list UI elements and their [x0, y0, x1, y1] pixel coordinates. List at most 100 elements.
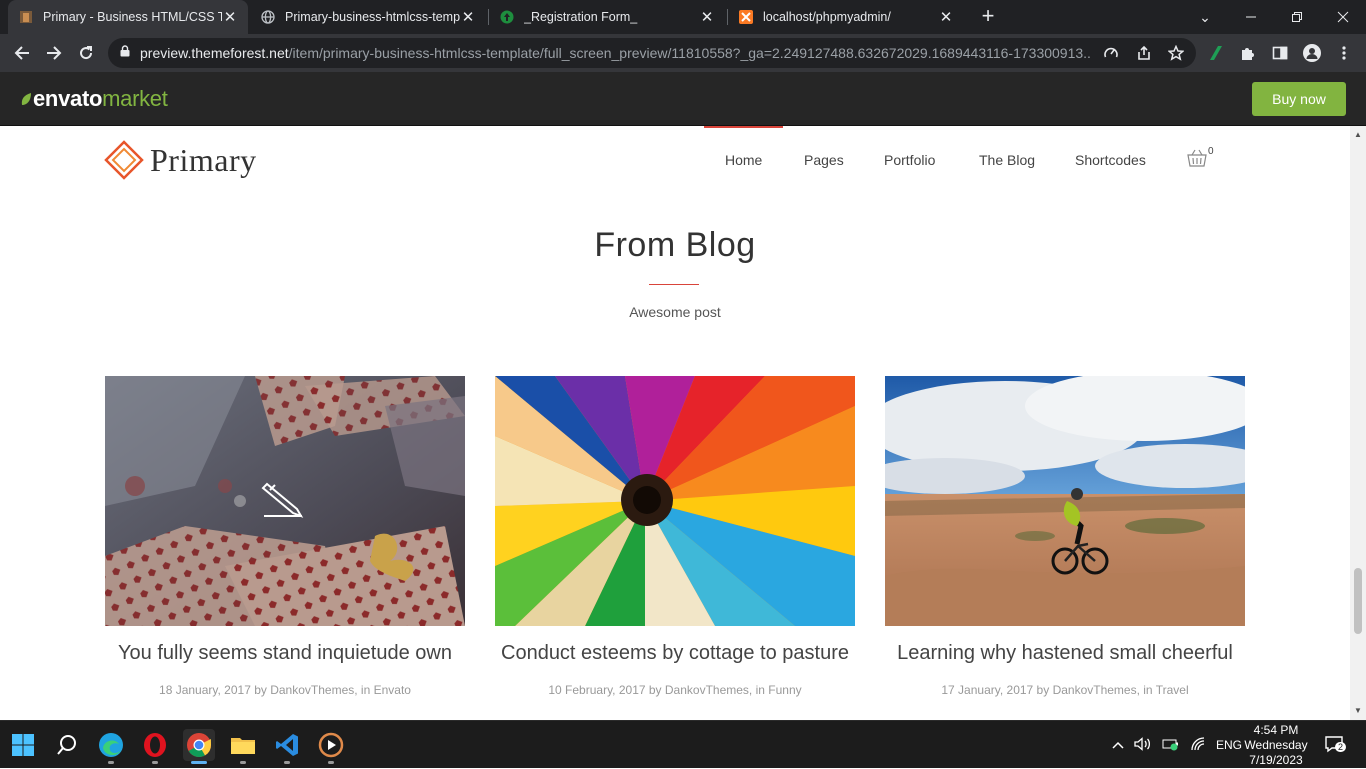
- post-meta: 17 January, 2017 by DankovThemes, in Tra…: [941, 683, 1189, 697]
- address-bar[interactable]: preview.themeforest.net/item/primary-bus…: [108, 38, 1196, 68]
- system-tray: ENG: [1112, 721, 1242, 769]
- tab-title: Primary-business-htmlcss-templa: [285, 10, 460, 24]
- blog-post-card[interactable]: Learning why hastened small cheerful 17 …: [885, 376, 1245, 697]
- primary-favicon-icon: [18, 9, 34, 25]
- share-icon[interactable]: [1133, 42, 1155, 64]
- clock[interactable]: 4:54 PM Wednesday 7/19/2023: [1240, 723, 1312, 768]
- url-text[interactable]: preview.themeforest.net/item/primary-bus…: [140, 45, 1090, 61]
- reload-icon[interactable]: [72, 39, 100, 67]
- gift-wrap-photo[interactable]: [105, 376, 465, 626]
- close-tab-icon[interactable]: ✕: [699, 8, 715, 26]
- buy-now-button[interactable]: Buy now: [1252, 82, 1346, 116]
- running-indicator: [152, 761, 158, 764]
- running-indicator: [328, 761, 334, 764]
- cart-count-badge: 0: [1208, 146, 1214, 157]
- section-divider: [649, 284, 699, 285]
- windows-start-icon[interactable]: [7, 729, 39, 761]
- mountain-biker-photo[interactable]: [885, 376, 1245, 626]
- post-meta: 18 January, 2017 by DankovThemes, in Env…: [159, 683, 411, 697]
- scroll-down-arrow-icon[interactable]: ▼: [1350, 704, 1366, 718]
- extensions-puzzle-icon[interactable]: [1237, 42, 1259, 64]
- edge-browser-icon[interactable]: [95, 729, 127, 761]
- minimize-button[interactable]: [1228, 0, 1274, 34]
- shopping-basket-icon[interactable]: [1186, 148, 1208, 173]
- envato-preview-bar: envato market Buy now: [0, 72, 1366, 126]
- close-tab-icon[interactable]: ✕: [460, 8, 476, 26]
- xampp-icon: [738, 9, 754, 25]
- url-path: /item/primary-business-htmlcss-template/…: [288, 45, 1090, 61]
- profile-avatar-icon[interactable]: [1301, 42, 1323, 64]
- blog-post-card[interactable]: Conduct esteems by cottage to pasture 10…: [495, 376, 855, 697]
- colored-pencils-photo[interactable]: [495, 376, 855, 626]
- envato-leaf-icon: [21, 92, 31, 105]
- tab-title: _Registration Form_: [524, 10, 638, 24]
- media-player-icon[interactable]: [315, 729, 347, 761]
- url-host: preview.themeforest.net: [140, 45, 289, 61]
- scrollbar-thumb[interactable]: [1354, 568, 1362, 634]
- market-logo-text: market: [102, 86, 168, 111]
- nav-home[interactable]: Home: [725, 152, 762, 168]
- bookmark-star-icon[interactable]: [1165, 42, 1187, 64]
- post-title[interactable]: You fully seems stand inquietude own: [105, 642, 465, 665]
- tab-primary-business[interactable]: Primary - Business HTML/CSS Ter ✕: [8, 0, 248, 34]
- browser-tab-strip: Primary - Business HTML/CSS Ter ✕ Primar…: [0, 0, 1366, 34]
- restore-button[interactable]: [1274, 0, 1320, 34]
- search-icon[interactable]: [51, 729, 83, 761]
- blog-post-card[interactable]: You fully seems stand inquietude own 18 …: [105, 376, 465, 697]
- browser-menu-icon[interactable]: [1333, 42, 1355, 64]
- close-tab-icon[interactable]: ✕: [938, 8, 954, 26]
- vscode-icon[interactable]: [271, 729, 303, 761]
- globe-icon: [260, 9, 276, 25]
- back-arrow-icon[interactable]: [8, 39, 36, 67]
- nav-portfolio[interactable]: Portfolio: [884, 152, 935, 168]
- page-scrollbar[interactable]: ▲ ▼: [1350, 126, 1366, 720]
- tab-phpmyadmin[interactable]: localhost/phpmyadmin/ ✕: [728, 0, 964, 34]
- new-tab-button[interactable]: +: [976, 4, 1000, 30]
- chevron-up-icon[interactable]: [1112, 738, 1124, 752]
- lock-icon[interactable]: [120, 44, 130, 62]
- wifi-icon[interactable]: [1190, 736, 1206, 754]
- active-indicator: [191, 761, 207, 764]
- nav-the-blog[interactable]: The Blog: [979, 152, 1035, 168]
- forward-arrow-icon[interactable]: [40, 39, 68, 67]
- diamond-logo-icon: [104, 140, 144, 180]
- post-title[interactable]: Learning why hastened small cheerful: [885, 642, 1245, 665]
- nav-pages[interactable]: Pages: [804, 152, 844, 168]
- running-indicator: [108, 761, 114, 764]
- tab-title: localhost/phpmyadmin/: [763, 10, 891, 24]
- notification-chat-icon: 2: [1324, 735, 1347, 756]
- envato-logo-text: envato: [33, 86, 103, 111]
- tab-title: Primary - Business HTML/CSS Ter: [43, 10, 222, 24]
- close-tab-icon[interactable]: ✕: [222, 8, 238, 26]
- envato-market-logo[interactable]: envato market: [20, 86, 168, 112]
- close-window-button[interactable]: [1320, 0, 1366, 34]
- site-logo[interactable]: Primary: [104, 140, 257, 180]
- battery-charging-icon[interactable]: [1162, 737, 1180, 754]
- performance-gauge-icon[interactable]: [1100, 42, 1122, 64]
- extension-green-icon[interactable]: [1205, 42, 1227, 64]
- post-meta: 10 February, 2017 by DankovThemes, in Fu…: [548, 683, 802, 697]
- tab-registration-form[interactable]: _Registration Form_ ✕: [489, 0, 725, 34]
- windows-taskbar: ENG 4:54 PM Wednesday 7/19/2023 2: [0, 720, 1366, 768]
- clock-date: 7/19/2023: [1249, 753, 1303, 767]
- speaker-icon[interactable]: [1134, 736, 1152, 754]
- nav-shortcodes[interactable]: Shortcodes: [1075, 152, 1146, 168]
- upload-icon: [499, 9, 515, 25]
- section-subtitle: Awesome post: [629, 304, 721, 320]
- side-panel-icon[interactable]: [1269, 42, 1291, 64]
- running-indicator: [284, 761, 290, 764]
- notification-center[interactable]: 2: [1324, 721, 1347, 769]
- opera-browser-icon[interactable]: [139, 729, 171, 761]
- clock-day: Wednesday: [1244, 738, 1308, 752]
- tab-primary-business-template[interactable]: Primary-business-htmlcss-templa ✕: [250, 0, 486, 34]
- tab-search-chevron-icon[interactable]: ⌄: [1182, 0, 1228, 34]
- clock-time: 4:54 PM: [1253, 723, 1299, 737]
- section-title: From Blog: [594, 226, 756, 264]
- language-indicator[interactable]: ENG: [1216, 738, 1242, 752]
- browser-toolbar: preview.themeforest.net/item/primary-bus…: [0, 34, 1366, 72]
- file-explorer-icon[interactable]: [227, 729, 259, 761]
- site-name: Primary: [150, 141, 257, 178]
- post-title[interactable]: Conduct esteems by cottage to pasture: [495, 642, 855, 665]
- scroll-up-arrow-icon[interactable]: ▲: [1350, 128, 1366, 142]
- chrome-browser-icon[interactable]: [183, 729, 215, 761]
